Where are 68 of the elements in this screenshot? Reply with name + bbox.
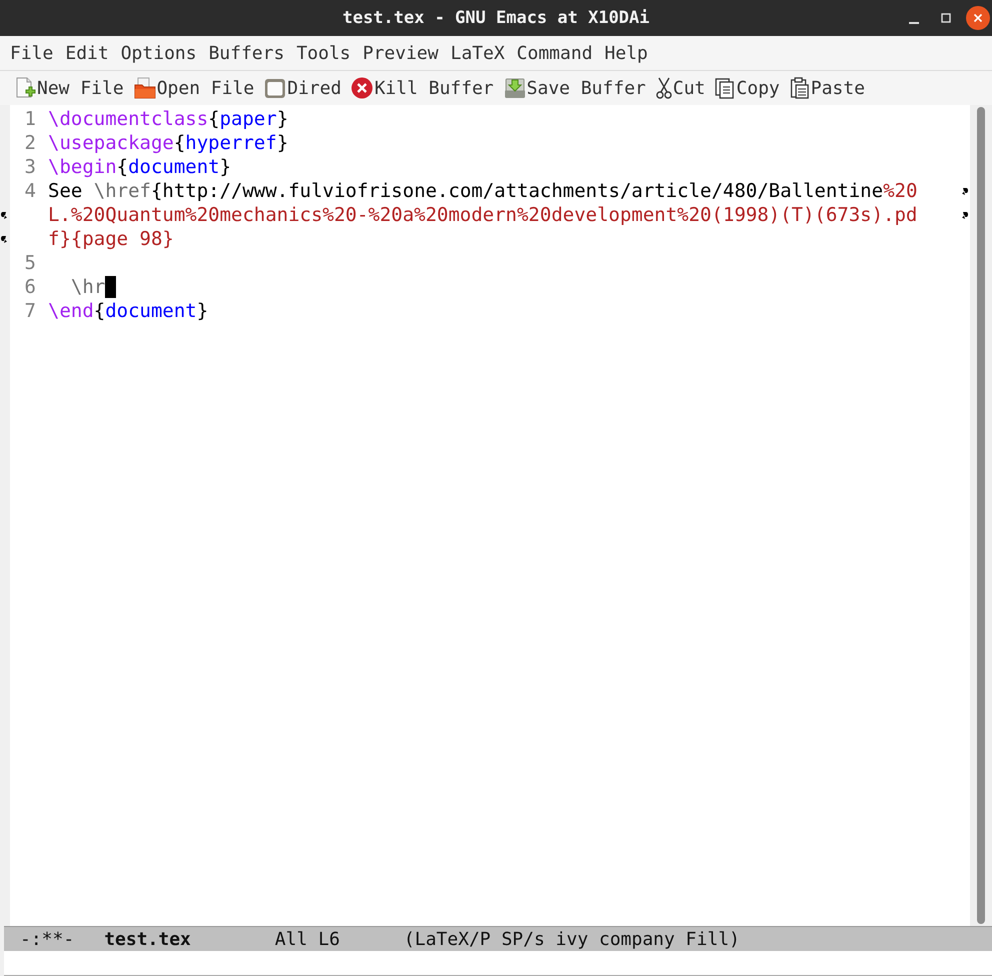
- code-token: }: [276, 108, 288, 130]
- line-number: 5: [24, 252, 36, 274]
- toolbar-button[interactable]: Copy: [715, 77, 780, 99]
- code-token: %20: [883, 180, 918, 202]
- code-token: document: [105, 300, 197, 322]
- code-token: f}{page 98}: [48, 228, 174, 250]
- code-token: {: [174, 132, 186, 154]
- line-number: 1: [24, 108, 36, 130]
- scrollbar[interactable]: [970, 105, 992, 926]
- menu-item[interactable]: File: [4, 42, 60, 64]
- code-token: {: [208, 108, 220, 130]
- close-button[interactable]: [966, 6, 990, 30]
- toolbar-button[interactable]: Paste: [790, 77, 865, 99]
- new-file-icon: [14, 77, 36, 99]
- code-token: L.%20Quantum%20mechanics%20-%20a%20modern%20development%20(1998)(T)(673s).pd: [48, 204, 918, 226]
- line-number: 2: [24, 132, 36, 154]
- toolbar-button[interactable]: Kill Buffer: [351, 77, 494, 99]
- mode-list: (LaTeX/P SP/s ivy company Fill): [404, 928, 740, 950]
- close-icon: [351, 77, 374, 99]
- code-token: \end: [48, 300, 94, 322]
- window-title: test.tex - GNU Emacs at X10DAi: [342, 8, 650, 28]
- menu-item[interactable]: Tools: [290, 42, 357, 64]
- toolbar-button[interactable]: Dired: [264, 77, 342, 99]
- code-token: {http://www.fulviofrisone.com/attachments/article/480/Ballentine: [150, 180, 884, 202]
- code-token: \documentclass: [48, 108, 208, 130]
- code-token: }: [196, 300, 208, 322]
- menu-item[interactable]: Edit: [59, 42, 115, 64]
- wrap-arrow-icon: [962, 211, 969, 219]
- code-token: paper: [220, 108, 277, 130]
- toolbar-button[interactable]: Cut: [656, 77, 706, 99]
- menu-item[interactable]: Help: [598, 42, 654, 64]
- code-token: }: [220, 156, 232, 178]
- wrap-arrow-icon: [962, 187, 969, 195]
- modified-status: -:**-: [20, 928, 74, 950]
- save-icon: [504, 77, 526, 99]
- code-token: }: [276, 132, 288, 154]
- wrap-arrow-icon: [0, 235, 7, 243]
- cursor-position: All L6: [274, 928, 340, 950]
- code-token: \begin: [48, 156, 117, 178]
- copy-icon: [715, 77, 736, 99]
- buffer-name: test.tex: [104, 928, 191, 950]
- menu-item[interactable]: LaTeX: [444, 42, 511, 64]
- menu-item[interactable]: Buffers: [202, 42, 290, 64]
- code-token: hyperref: [185, 132, 277, 154]
- menu-item[interactable]: Command: [510, 42, 599, 64]
- code-token: See: [48, 180, 84, 202]
- code-token: \hr: [70, 276, 106, 298]
- code-token: \href: [94, 180, 151, 202]
- menu-item[interactable]: Options: [114, 42, 203, 64]
- wrap-arrow-icon: [0, 211, 7, 219]
- line-number: 3: [24, 156, 36, 178]
- line-number: 7: [24, 300, 36, 322]
- line-number: 6: [24, 276, 36, 298]
- menu-item[interactable]: Preview: [356, 42, 444, 64]
- scrollbar-thumb[interactable]: [977, 107, 985, 924]
- code-token: {: [94, 300, 106, 322]
- close-icon: [972, 12, 984, 24]
- code-token: \usepackage: [48, 132, 174, 154]
- toolbar-button[interactable]: New File: [14, 77, 124, 99]
- scissors-icon: [656, 77, 672, 99]
- toolbar-button[interactable]: Save Buffer: [504, 77, 646, 99]
- code-token: {: [116, 156, 128, 178]
- toolbar-button[interactable]: Open File: [134, 77, 254, 99]
- minimize-icon: [909, 22, 919, 24]
- line-number: 4: [24, 180, 36, 202]
- code-token: document: [128, 156, 220, 178]
- maximize-icon: [940, 12, 952, 24]
- clipboard-icon: [790, 77, 810, 99]
